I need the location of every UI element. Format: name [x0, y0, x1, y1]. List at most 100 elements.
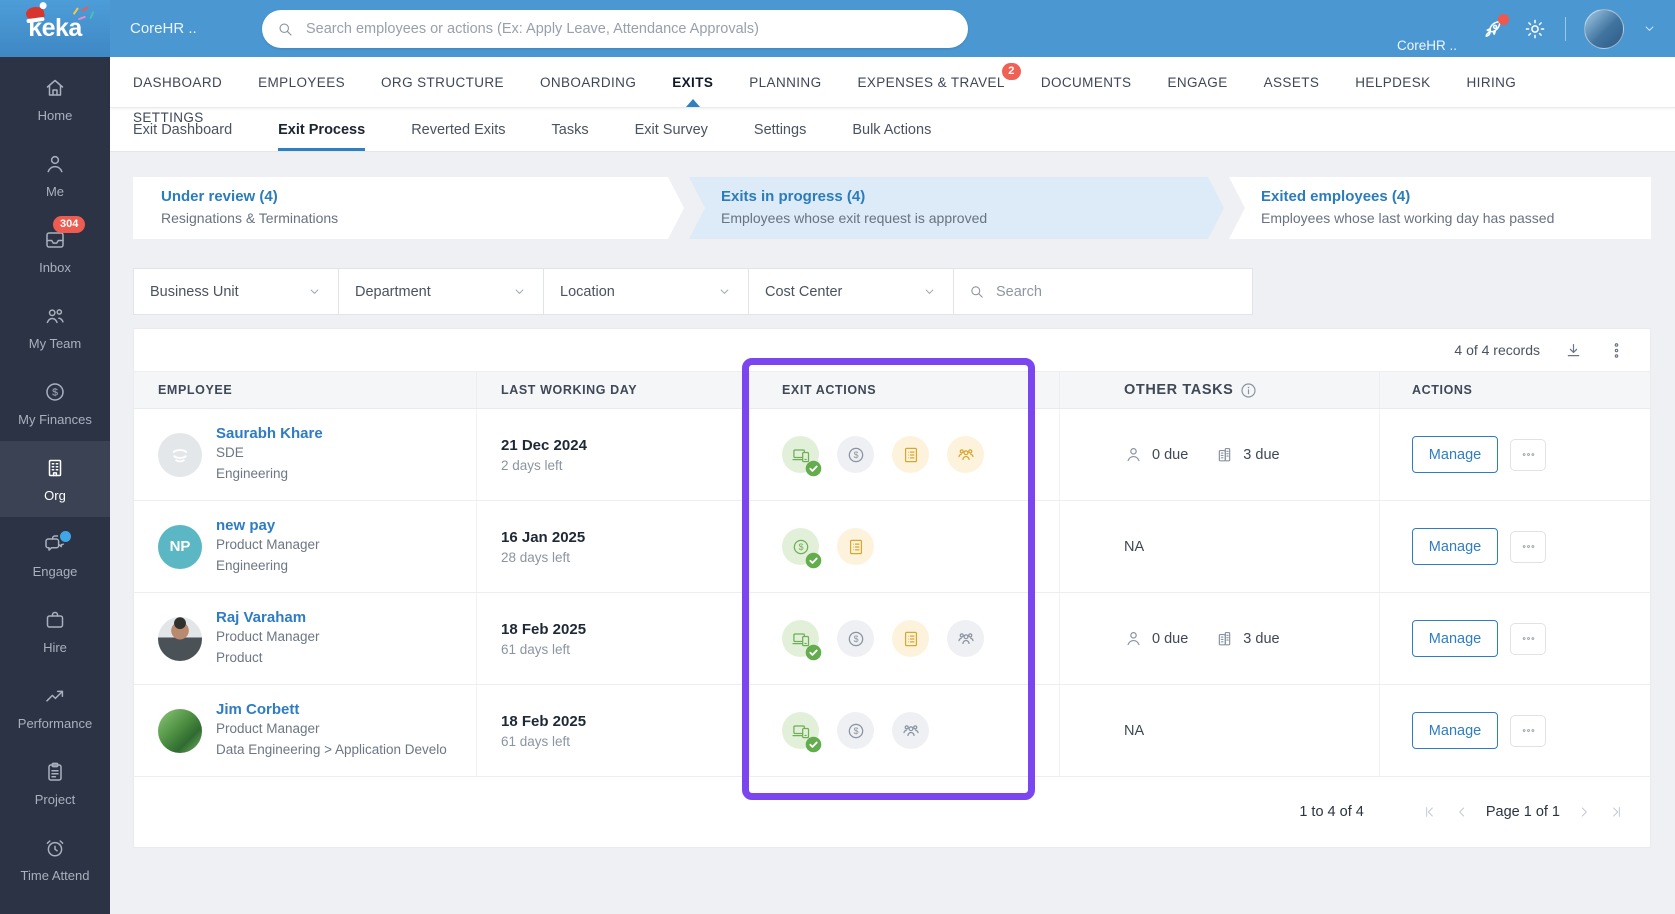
status-card-title: Exits in progress (4)	[721, 188, 866, 205]
last-page-icon[interactable]	[1608, 804, 1624, 820]
last-page-icon	[1608, 804, 1624, 820]
status-card-desc: Employees whose exit request is approved	[721, 210, 988, 226]
status-card-1[interactable]: Under review (4) Resignations & Terminati…	[133, 177, 684, 239]
exit-action-checklist[interactable]	[892, 620, 929, 657]
employee-name-link[interactable]: Raj Varaham	[216, 609, 320, 626]
sidebar-item-label: Inbox	[39, 259, 71, 275]
sidebar-item-org[interactable]: Org	[0, 441, 110, 517]
exit-action-devices[interactable]	[782, 436, 822, 477]
nav-item-label: DOCUMENTS	[1040, 74, 1132, 90]
nav-item-dashboard[interactable]: DASHBOARD	[133, 57, 222, 107]
kebab-horizontal-icon	[1521, 539, 1536, 554]
prev-page-icon[interactable]	[1454, 804, 1470, 820]
actions-cell: Manage	[1379, 501, 1650, 592]
subtab-exit-survey[interactable]: Exit Survey	[635, 108, 708, 151]
nav-item-exits[interactable]: EXITS	[672, 57, 713, 107]
sidebar-item-home[interactable]: Home	[0, 61, 110, 137]
status-card-2[interactable]: Exits in progress (4) Employees whose exi…	[689, 177, 1224, 239]
nav-item-org-structure[interactable]: ORG STRUCTURE	[381, 57, 504, 107]
user-icon	[1124, 445, 1143, 464]
filter-location[interactable]: Location	[543, 268, 748, 315]
employee-avatar: NP	[158, 524, 202, 569]
filter-department[interactable]: Department	[338, 268, 543, 315]
exit-action-money[interactable]: $	[837, 712, 874, 749]
sidebar-item-project[interactable]: Project	[0, 745, 110, 821]
row-kebab-button[interactable]	[1510, 622, 1546, 655]
exit-action-money[interactable]: $	[782, 528, 822, 569]
exit-table-card: 4 of 4 records EMPLOYEE LAST WORKING DAY E…	[133, 328, 1651, 848]
nav-item-documents[interactable]: DOCUMENTS	[1041, 57, 1132, 107]
home-icon-wrap	[43, 76, 67, 100]
other-tasks-cell: NA	[1059, 501, 1379, 592]
table-search-input[interactable]	[994, 282, 1238, 301]
exit-action-money[interactable]: $	[837, 620, 874, 657]
manage-button[interactable]: Manage	[1412, 528, 1498, 565]
gear-icon[interactable]	[1523, 17, 1547, 41]
nav-item-helpdesk[interactable]: HELPDESK	[1355, 57, 1430, 107]
sidebar-item-time-attend[interactable]: Time Attend	[0, 821, 110, 897]
rocket-icon[interactable]	[1481, 13, 1509, 41]
nav-item-hiring[interactable]: HIRING	[1467, 57, 1517, 107]
row-kebab-button[interactable]	[1510, 530, 1546, 563]
sidebar-item-my-team[interactable]: My Team	[0, 289, 110, 365]
info-icon[interactable]	[1239, 381, 1258, 400]
exit-action-devices[interactable]	[782, 620, 822, 661]
download-icon[interactable]	[1564, 341, 1583, 360]
sidebar-item-performance[interactable]: Performance	[0, 669, 110, 745]
lwd-wrap: 16 Jan 2025 28 days left	[501, 529, 585, 565]
employee-name-link[interactable]: Jim Corbett	[216, 701, 447, 718]
sidebar-item-engage[interactable]: Engage	[0, 517, 110, 593]
sidebar-item-hire[interactable]: Hire	[0, 593, 110, 669]
content: Under review (4) Resignations & Terminati…	[110, 152, 1675, 914]
exit-action-checklist[interactable]	[837, 528, 874, 565]
profile-chevron-down-icon[interactable]	[1642, 21, 1657, 36]
finances-icon: $	[43, 380, 67, 404]
subtab-tasks[interactable]: Tasks	[552, 108, 589, 151]
status-card-3[interactable]: Exited employees (4) Employees whose last…	[1229, 177, 1651, 239]
sidebar-item-me[interactable]: Me	[0, 137, 110, 213]
user-avatar[interactable]	[1584, 8, 1624, 49]
filter-business-unit[interactable]: Business Unit	[133, 268, 338, 315]
sidebar-item-partial[interactable]	[0, 897, 110, 914]
global-search[interactable]	[262, 9, 968, 48]
nav-item-label: ENGAGE	[1167, 74, 1228, 90]
nav-item-expenses-travel[interactable]: EXPENSES & TRAVEL 2	[857, 57, 1021, 107]
nav-item-settings-overflow[interactable]: SETTINGS	[133, 110, 204, 125]
filter-cost-center[interactable]: Cost Center	[748, 268, 953, 315]
subtab-bulk-actions[interactable]: Bulk Actions	[852, 108, 931, 151]
global-search-input[interactable]	[304, 19, 954, 38]
nav-item-employees[interactable]: EMPLOYEES	[258, 57, 345, 107]
table-search[interactable]	[953, 268, 1253, 315]
sidebar-item-my-finances[interactable]: $ My Finances	[0, 365, 110, 441]
column-header-exit-actions: EXIT ACTIONS	[749, 372, 1059, 408]
nav-item-planning[interactable]: PLANNING	[749, 57, 821, 107]
employee-info: new pay Product Manager Engineering	[216, 517, 320, 576]
employee-name-link[interactable]: new pay	[216, 517, 320, 534]
employee-tasks-due: 0 due	[1152, 630, 1189, 647]
first-page-icon[interactable]	[1422, 804, 1438, 820]
row-kebab-button[interactable]	[1510, 438, 1546, 471]
kebab-vertical-icon[interactable]	[1607, 341, 1626, 360]
exit-action-devices[interactable]	[782, 712, 822, 753]
subtab-settings[interactable]: Settings	[754, 108, 806, 151]
manage-button[interactable]: Manage	[1412, 436, 1498, 473]
exit-action-people[interactable]	[892, 712, 929, 749]
nav-item-assets[interactable]: ASSETS	[1264, 57, 1320, 107]
exit-action-checklist[interactable]	[892, 436, 929, 473]
other-tasks-cell: NA	[1059, 685, 1379, 776]
subtab-reverted-exits[interactable]: Reverted Exits	[411, 108, 505, 151]
exit-action-people[interactable]	[947, 436, 984, 473]
filter-bar: Business Unit Department Location Cost Cent…	[133, 268, 1253, 315]
nav-item-engage[interactable]: ENGAGE	[1167, 57, 1227, 107]
subtab-exit-process[interactable]: Exit Process	[278, 108, 366, 151]
nav-item-onboarding[interactable]: ONBOARDING	[540, 57, 636, 107]
keka-logo[interactable]: keka	[0, 0, 110, 57]
next-page-icon[interactable]	[1576, 804, 1592, 820]
exit-action-people[interactable]	[947, 620, 984, 657]
employee-name-link[interactable]: Saurabh Khare	[216, 425, 323, 442]
manage-button[interactable]: Manage	[1412, 620, 1498, 657]
manage-button[interactable]: Manage	[1412, 712, 1498, 749]
sidebar-item-inbox[interactable]: 304 Inbox	[0, 213, 110, 289]
row-kebab-button[interactable]	[1510, 714, 1546, 747]
exit-action-money[interactable]: $	[837, 436, 874, 473]
